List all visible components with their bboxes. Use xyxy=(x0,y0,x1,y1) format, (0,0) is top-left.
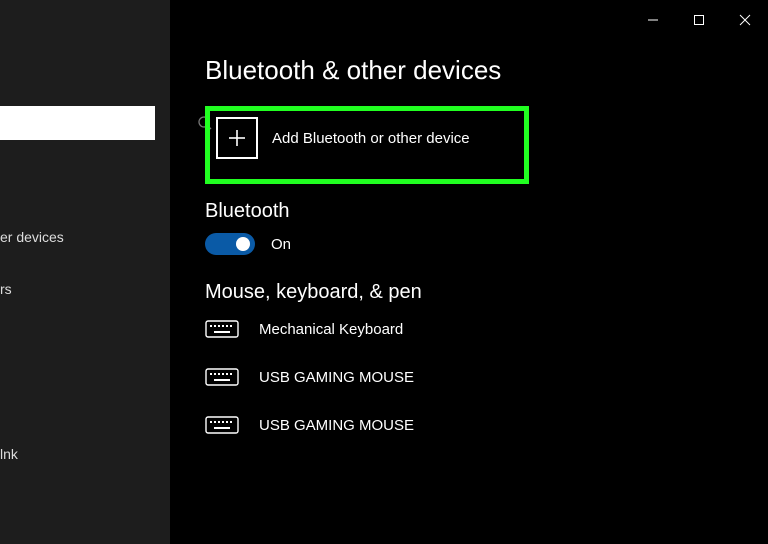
device-label: Mechanical Keyboard xyxy=(259,321,403,338)
sidebar-item-bluetooth-other-devices[interactable]: er devices xyxy=(0,223,170,251)
keyboard-icon xyxy=(205,318,239,340)
maximize-icon xyxy=(693,14,705,26)
sidebar-item-label: er devices xyxy=(0,229,64,245)
bluetooth-heading: Bluetooth xyxy=(205,200,745,223)
titlebar xyxy=(630,0,768,40)
sidebar-item-label: rs xyxy=(0,281,12,297)
sidebar: er devices rs lnk xyxy=(0,0,170,544)
settings-window: er devices rs lnk Bluetooth & other devi… xyxy=(0,0,768,544)
device-label: USB GAMING MOUSE xyxy=(259,417,414,434)
maximize-button[interactable] xyxy=(676,4,722,36)
device-item[interactable]: USB GAMING MOUSE xyxy=(205,366,745,388)
add-device-label: Add Bluetooth or other device xyxy=(272,130,470,147)
main-content: Bluetooth & other devices Add Bluetooth … xyxy=(205,55,745,436)
toggle-knob xyxy=(236,237,250,251)
annotation-highlight: Add Bluetooth or other device xyxy=(205,106,529,184)
mkp-heading: Mouse, keyboard, & pen xyxy=(205,281,745,304)
bluetooth-toggle-row: On xyxy=(205,233,745,255)
keyboard-icon xyxy=(205,414,239,436)
bluetooth-section: Bluetooth On xyxy=(205,200,745,255)
sidebar-item-label: lnk xyxy=(0,446,18,462)
minimize-button[interactable] xyxy=(630,4,676,36)
sidebar-item-windows-ink[interactable]: lnk xyxy=(0,440,170,468)
device-list: Mechanical Keyboard USB GAMING MOUSE USB… xyxy=(205,318,745,436)
minimize-icon xyxy=(647,14,659,26)
mouse-keyboard-pen-section: Mouse, keyboard, & pen Mechanical Keyboa… xyxy=(205,281,745,436)
add-bluetooth-device-button[interactable]: Add Bluetooth or other device xyxy=(216,117,514,159)
page-title: Bluetooth & other devices xyxy=(205,55,745,86)
device-item[interactable]: Mechanical Keyboard xyxy=(205,318,745,340)
bluetooth-toggle-label: On xyxy=(271,236,291,253)
bluetooth-toggle[interactable] xyxy=(205,233,255,255)
keyboard-icon xyxy=(205,366,239,388)
device-label: USB GAMING MOUSE xyxy=(259,369,414,386)
search-box[interactable] xyxy=(0,106,155,140)
device-item[interactable]: USB GAMING MOUSE xyxy=(205,414,745,436)
plus-icon xyxy=(216,117,258,159)
close-icon xyxy=(739,14,751,26)
close-button[interactable] xyxy=(722,4,768,36)
sidebar-item-printers-scanners[interactable]: rs xyxy=(0,275,170,303)
search-input[interactable] xyxy=(0,106,197,140)
